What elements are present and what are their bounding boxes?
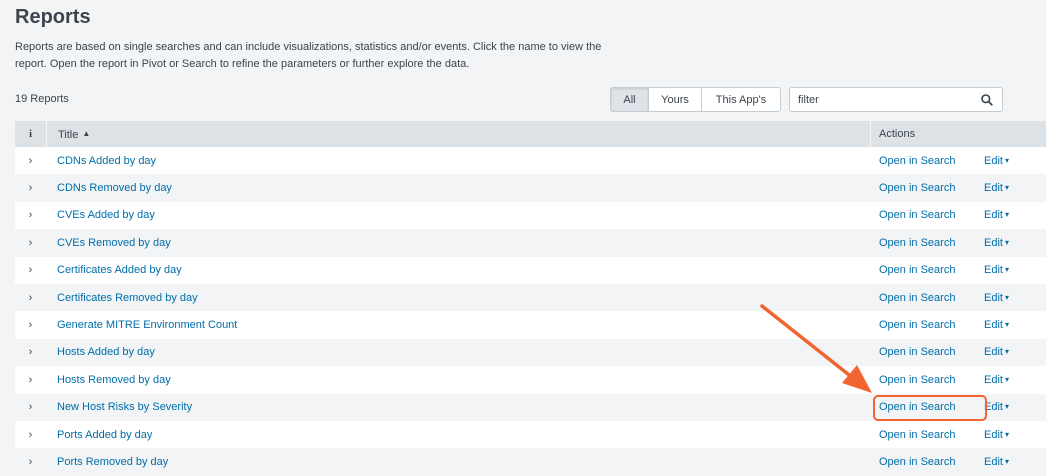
report-title-link[interactable]: Certificates Removed by day (46, 292, 870, 304)
expand-row-icon[interactable]: › (15, 346, 46, 358)
page-title: Reports (15, 6, 91, 28)
filter-this-app-button[interactable]: This App's (701, 87, 781, 112)
report-title-link[interactable]: Hosts Added by day (46, 346, 870, 358)
report-title-link[interactable]: Certificates Added by day (46, 264, 870, 276)
table-row: › CDNs Removed by day Open in Search Edit ▾ (15, 174, 1046, 202)
table-row: › Certificates Added by day Open in Search… (15, 256, 1046, 284)
caret-down-icon: ▾ (1004, 183, 1009, 193)
title-column-header[interactable]: Title ▲ (47, 121, 871, 147)
reports-table: i Title ▲ Actions › CDNs Added by day Open … (15, 121, 1046, 476)
edit-label: Edit (984, 346, 1003, 359)
caret-down-icon: ▾ (1004, 320, 1009, 330)
caret-down-icon: ▾ (1004, 292, 1009, 302)
expand-row-icon[interactable]: › (15, 401, 46, 413)
filter-search-box (789, 87, 1003, 112)
search-icon[interactable] (980, 93, 994, 107)
report-title-link[interactable]: Generate MITRE Environment Count (46, 319, 870, 331)
caret-down-icon: ▾ (1004, 210, 1009, 220)
caret-down-icon: ▾ (1004, 374, 1009, 384)
table-row: › Hosts Removed by day Open in Search Edit ▾ (15, 366, 1046, 394)
open-in-search-link[interactable]: Open in Search (879, 346, 955, 358)
edit-menu-button[interactable]: Edit ▾ (984, 292, 1009, 304)
expand-row-icon[interactable]: › (15, 237, 46, 249)
edit-menu-button[interactable]: Edit ▾ (984, 401, 1009, 413)
expand-row-icon[interactable]: › (15, 209, 46, 221)
caret-down-icon: ▾ (1004, 265, 1009, 275)
edit-label: Edit (984, 291, 1003, 304)
report-title-link[interactable]: Ports Added by day (46, 429, 870, 441)
expand-row-icon[interactable]: › (15, 292, 46, 304)
open-in-search-link[interactable]: Open in Search (879, 319, 955, 331)
filter-input[interactable] (798, 92, 968, 107)
sort-ascending-icon: ▲ (82, 129, 91, 138)
report-count: 19 Reports (15, 93, 69, 105)
open-in-search-link[interactable]: Open in Search (879, 401, 955, 413)
edit-label: Edit (984, 154, 1003, 167)
actions-column-header: Actions (879, 128, 916, 140)
table-row: › Ports Added by day Open in Search Edit ▾ (15, 420, 1046, 449)
filter-yours-button[interactable]: Yours (648, 87, 702, 112)
open-in-search-link[interactable]: Open in Search (879, 374, 955, 386)
edit-menu-button[interactable]: Edit ▾ (984, 374, 1009, 386)
open-in-search-link[interactable]: Open in Search (879, 292, 955, 304)
table-header: i Title ▲ Actions (15, 121, 1046, 147)
expand-row-icon[interactable]: › (15, 182, 46, 194)
filter-all-button[interactable]: All (610, 87, 649, 112)
edit-label: Edit (984, 401, 1003, 414)
report-title-link[interactable]: New Host Risks by Severity (46, 401, 870, 413)
expand-row-icon[interactable]: › (15, 319, 46, 331)
table-row: › Certificates Removed by day Open in Sear… (15, 283, 1046, 312)
edit-menu-button[interactable]: Edit ▾ (984, 182, 1009, 194)
report-title-link[interactable]: CVEs Added by day (46, 209, 870, 221)
page-description: Reports are based on single searches and… (15, 41, 602, 70)
report-title-link[interactable]: CVEs Removed by day (46, 237, 870, 249)
table-row: › CDNs Added by day Open in Search Edit ▾ (15, 147, 1046, 175)
expand-row-icon[interactable]: › (15, 155, 46, 167)
caret-down-icon: ▾ (1004, 456, 1009, 466)
edit-menu-button[interactable]: Edit ▾ (984, 429, 1009, 441)
expand-row-icon[interactable]: › (15, 429, 46, 441)
open-in-search-link[interactable]: Open in Search (879, 264, 955, 276)
report-title-link[interactable]: CDNs Removed by day (46, 182, 870, 194)
table-row: › Generate MITRE Environment Count Open in… (15, 311, 1046, 339)
open-in-search-link[interactable]: Open in Search (879, 182, 955, 194)
table-row: › CVEs Added by day Open in Search Edit ▾ (15, 201, 1046, 230)
edit-menu-button[interactable]: Edit ▾ (984, 155, 1009, 167)
expand-row-icon[interactable]: › (15, 374, 46, 386)
edit-label: Edit (984, 182, 1003, 195)
table-row: › New Host Risks by Severity Open in Searc… (15, 393, 1046, 421)
edit-menu-button[interactable]: Edit ▾ (984, 209, 1009, 221)
caret-down-icon: ▾ (1004, 155, 1009, 165)
table-row: › CVEs Removed by day Open in Search Edit ▾ (15, 229, 1046, 257)
open-in-search-link[interactable]: Open in Search (879, 209, 955, 221)
caret-down-icon: ▾ (1004, 237, 1009, 247)
caret-down-icon: ▾ (1004, 402, 1009, 412)
edit-menu-button[interactable]: Edit ▾ (984, 237, 1009, 249)
open-in-search-link[interactable]: Open in Search (879, 237, 955, 249)
edit-label: Edit (984, 236, 1003, 249)
info-column-header: i (15, 121, 47, 147)
caret-down-icon: ▾ (1004, 429, 1009, 439)
table-body: › CDNs Added by day Open in Search Edit ▾ › CD… (15, 147, 1046, 476)
report-title-link[interactable]: CDNs Added by day (46, 155, 870, 167)
expand-row-icon[interactable]: › (15, 264, 46, 276)
edit-label: Edit (984, 264, 1003, 277)
caret-down-icon: ▾ (1004, 347, 1009, 357)
report-title-link[interactable]: Hosts Removed by day (46, 374, 870, 386)
edit-menu-button[interactable]: Edit ▾ (984, 264, 1009, 276)
edit-label: Edit (984, 428, 1003, 441)
edit-label: Edit (984, 319, 1003, 332)
ownership-filter: All Yours This App's (610, 87, 781, 112)
title-header-label: Title (58, 129, 79, 141)
edit-label: Edit (984, 209, 1003, 222)
open-in-search-link[interactable]: Open in Search (879, 429, 955, 441)
edit-menu-button[interactable]: Edit ▾ (984, 319, 1009, 331)
edit-label: Edit (984, 373, 1003, 386)
table-row: › Hosts Added by day Open in Search Edit ▾ (15, 338, 1046, 367)
open-in-search-link[interactable]: Open in Search (879, 155, 955, 167)
edit-menu-button[interactable]: Edit ▾ (984, 346, 1009, 358)
